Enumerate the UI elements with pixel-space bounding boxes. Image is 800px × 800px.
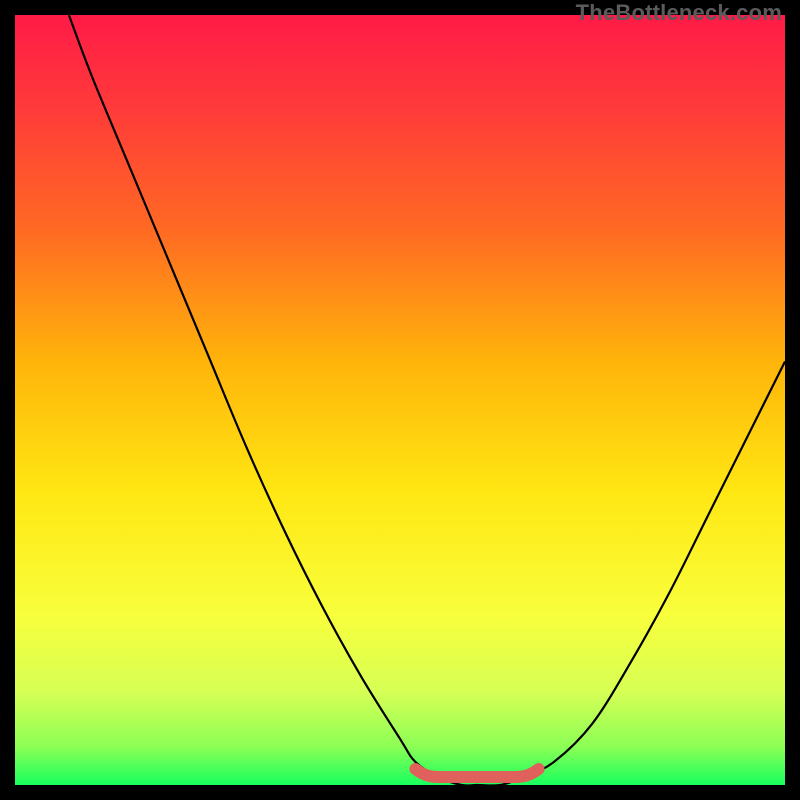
bottleneck-curve [15, 15, 785, 785]
watermark-text: TheBottleneck.com [576, 0, 782, 26]
plot-area [15, 15, 785, 785]
